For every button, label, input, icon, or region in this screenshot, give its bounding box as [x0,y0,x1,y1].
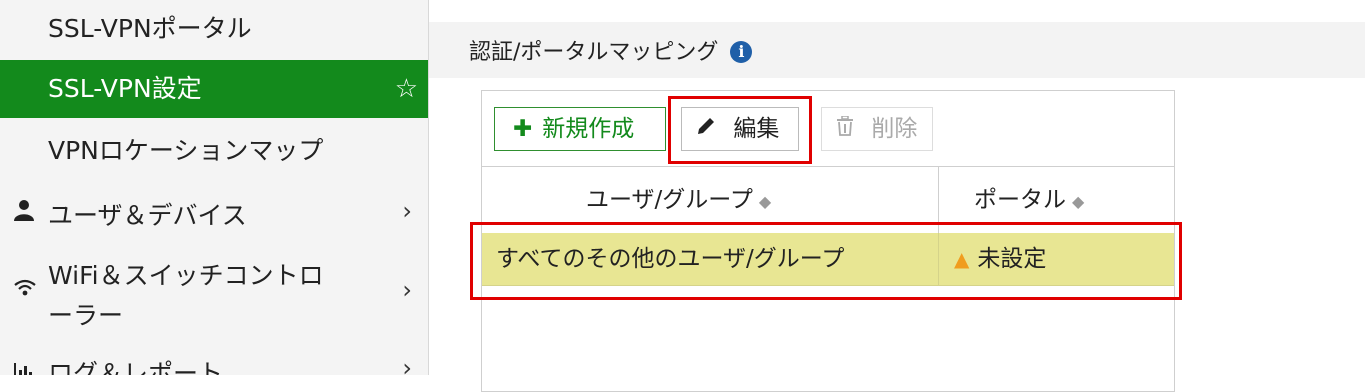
section-title-text: 認証/ポータルマッピング [469,40,719,65]
sidebar-section-label: ログ＆レポート [48,359,224,375]
sidebar-section-label-line2: ーラー [48,301,124,330]
star-outline-icon[interactable]: ☆ [395,60,418,118]
sidebar-item-label: VPNロケーションマップ [48,136,324,165]
sort-icon[interactable]: ◆ [759,192,771,211]
plus-icon: ✚ [513,116,533,142]
new-button-label: 新規作成 [542,116,635,142]
annotation-highlight-edit [668,96,812,164]
user-icon [14,199,34,227]
sort-icon[interactable]: ◆ [1072,192,1084,211]
section-title: 認証/ポータルマッピング i [469,34,753,66]
main-content: 認証/ポータルマッピング i ✚ 新規作成 編集 削除 ユーザ/グループ ◆ ポータル… [429,0,1365,392]
sidebar-section-users-devices[interactable]: ユーザ＆デバイス › [0,184,428,242]
trash-icon [836,115,861,142]
chevron-right-icon: › [402,354,412,375]
sidebar-item-vpn-location-map[interactable]: VPNロケーションマップ [0,122,428,180]
column-header-label: ユーザ/グループ [586,187,753,213]
delete-button-label: 削除 [871,116,918,142]
sidebar: SSL-VPNポータル SSL-VPN設定 ☆ VPNロケーションマップ ユーザ… [0,0,429,375]
column-header-label: ポータル [974,187,1066,213]
sidebar-section-wifi-switch[interactable]: WiFi＆スイッチコントロ ーラー › [0,246,428,336]
sidebar-item-label: SSL-VPN設定 [48,74,202,103]
sidebar-item-ssl-vpn-settings[interactable]: SSL-VPN設定 ☆ [0,60,428,118]
delete-button[interactable]: 削除 [821,107,933,151]
chevron-right-icon: › [402,276,412,304]
wifi-icon [14,278,36,303]
sidebar-section-log-report[interactable]: ログ＆レポート › [0,352,428,375]
annotation-highlight-row [470,222,1182,300]
info-icon[interactable]: i [730,41,753,63]
new-button[interactable]: ✚ 新規作成 [494,107,666,151]
bar-chart-icon [14,360,34,375]
sidebar-item-ssl-vpn-portal[interactable]: SSL-VPNポータル [0,0,428,58]
chevron-right-icon: › [402,197,412,225]
sidebar-section-label: ユーザ＆デバイス [48,201,247,230]
sidebar-item-label: SSL-VPNポータル [48,14,252,43]
sidebar-section-label-line1: WiFi＆スイッチコントロ [48,261,324,290]
